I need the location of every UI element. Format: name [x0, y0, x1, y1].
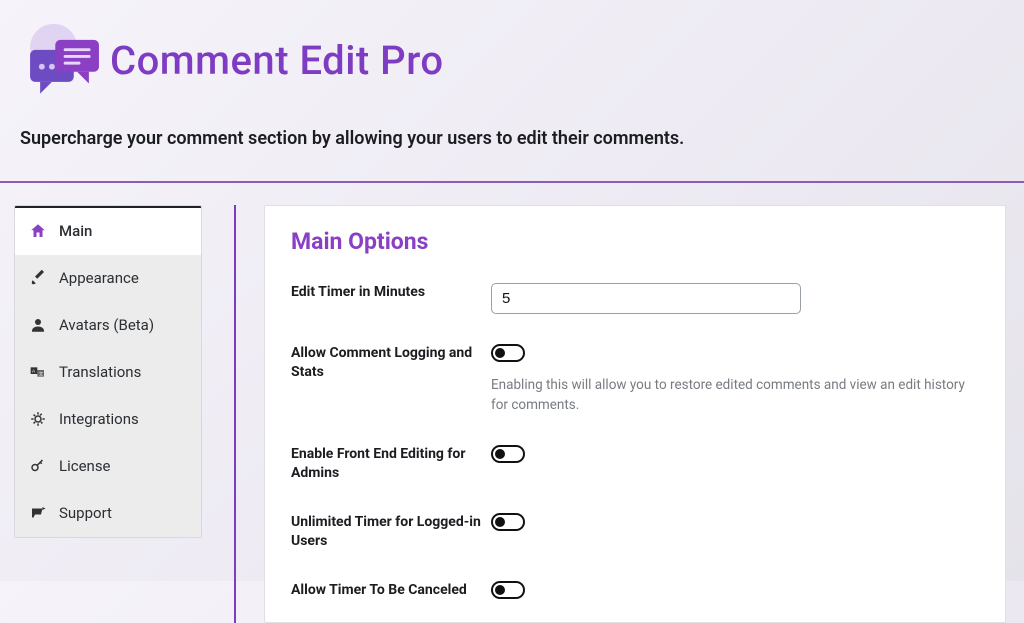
- option-unlimited-timer: Unlimited Timer for Logged-in Users: [291, 513, 979, 551]
- option-frontend-edit: Enable Front End Editing for Admins: [291, 445, 979, 483]
- key-icon: [29, 457, 47, 475]
- app-tagline: Supercharge your comment section by allo…: [20, 128, 1004, 149]
- option-label: Edit Timer in Minutes: [291, 283, 491, 302]
- sidebar-item-label: License: [59, 457, 111, 475]
- sidebar-item-label: Translations: [59, 363, 141, 381]
- sidebar-item-avatars[interactable]: Avatars (Beta): [15, 302, 201, 349]
- content: Main Appearance Avatars (Beta) A文 Transl…: [0, 183, 1024, 623]
- option-logging: Allow Comment Logging and Stats Enabling…: [291, 344, 979, 415]
- sidebar-item-label: Integrations: [59, 410, 139, 428]
- sidebar-item-label: Appearance: [59, 269, 139, 287]
- home-icon: [29, 222, 47, 240]
- option-label: Unlimited Timer for Logged-in Users: [291, 513, 491, 551]
- brand: Comment Edit Pro: [20, 18, 1004, 102]
- vertical-divider: [234, 205, 236, 623]
- main-panel: Main Options Edit Timer in Minutes Allow…: [264, 205, 1006, 623]
- panel-title: Main Options: [291, 228, 979, 255]
- option-label: Allow Comment Logging and Stats: [291, 344, 491, 382]
- option-label: Allow Timer To Be Canceled: [291, 581, 491, 600]
- translate-icon: A文: [29, 363, 47, 381]
- option-timer-cancel: Allow Timer To Be Canceled: [291, 581, 979, 600]
- sidebar-item-translations[interactable]: A文 Translations: [15, 349, 201, 396]
- svg-text:文: 文: [39, 370, 44, 377]
- app-logo-icon: [20, 18, 104, 102]
- app-title: Comment Edit Pro: [110, 37, 444, 84]
- sidebar-item-support[interactable]: Support: [15, 490, 201, 537]
- sidebar-item-label: Avatars (Beta): [59, 316, 154, 334]
- option-label: Enable Front End Editing for Admins: [291, 445, 491, 483]
- sidebar-item-label: Main: [59, 222, 92, 240]
- sidebar: Main Appearance Avatars (Beta) A文 Transl…: [14, 205, 202, 538]
- unlimited-timer-toggle[interactable]: [491, 513, 525, 531]
- brush-icon: [29, 269, 47, 287]
- header: Comment Edit Pro Supercharge your commen…: [0, 0, 1024, 163]
- option-help: Enabling this will allow you to restore …: [491, 376, 979, 415]
- frontend-edit-toggle[interactable]: [491, 445, 525, 463]
- support-icon: [29, 504, 47, 522]
- sidebar-item-appearance[interactable]: Appearance: [15, 255, 201, 302]
- sidebar-item-label: Support: [59, 504, 112, 522]
- timer-cancel-toggle[interactable]: [491, 581, 525, 599]
- user-icon: [29, 316, 47, 334]
- gear-icon: [29, 410, 47, 428]
- sidebar-item-integrations[interactable]: Integrations: [15, 396, 201, 443]
- sidebar-item-main[interactable]: Main: [15, 206, 201, 255]
- edit-timer-input[interactable]: [491, 283, 801, 314]
- sidebar-item-license[interactable]: License: [15, 443, 201, 490]
- logging-toggle[interactable]: [491, 344, 525, 362]
- option-edit-timer: Edit Timer in Minutes: [291, 283, 979, 314]
